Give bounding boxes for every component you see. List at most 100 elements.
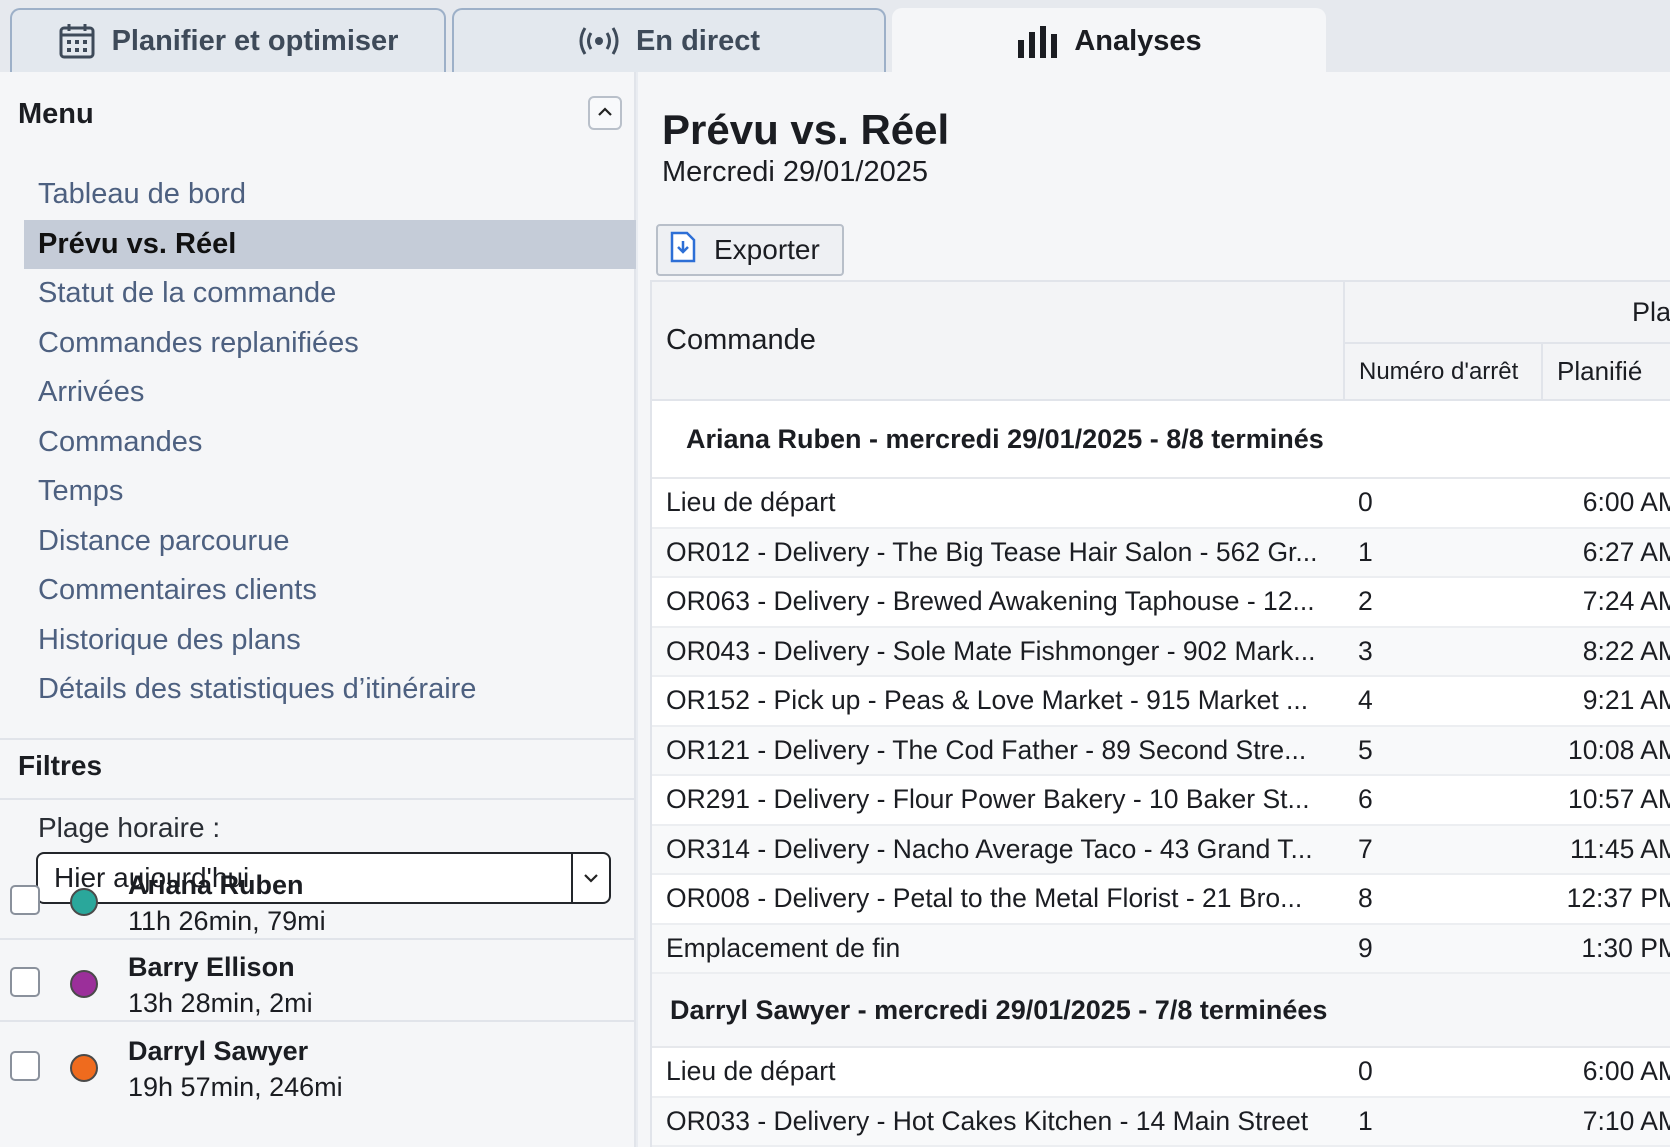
table-row[interactable]: OR043 - Delivery - Sole Mate Fishmonger … — [652, 626, 1670, 677]
group-title: Darryl Sawyer - mercredi 29/01/2025 - 7/… — [652, 973, 1670, 1048]
order-cell: OR314 - Delivery - Nacho Average Taco - … — [652, 824, 1344, 875]
driver-item[interactable]: Ariana Ruben 11h 26min, 79mi — [0, 858, 634, 942]
menu-item-temps[interactable]: Temps — [24, 467, 636, 517]
driver-stats: 13h 28min, 2mi — [128, 988, 313, 1018]
divider — [0, 798, 634, 800]
stop-number-cell: 5 — [1344, 725, 1542, 776]
sidebar: Menu Tableau de bord Prévu vs. Réel Stat… — [0, 72, 636, 1147]
stop-number-cell: 1 — [1344, 1096, 1542, 1147]
driver-item[interactable]: Barry Ellison 13h 28min, 2mi — [0, 940, 634, 1024]
tab-label: Analyses — [1074, 24, 1202, 57]
menu-title: Menu — [18, 98, 94, 130]
driver-stats: 19h 57min, 246mi — [128, 1072, 343, 1102]
driver-checkbox[interactable] — [10, 885, 40, 915]
order-cell: OR291 - Delivery - Flour Power Bakery - … — [652, 775, 1344, 826]
stop-number-cell: 1 — [1344, 527, 1542, 578]
menu-item-commandes-replanifiees[interactable]: Commandes replanifiées — [24, 319, 636, 369]
table-row[interactable]: OR314 - Delivery - Nacho Average Taco - … — [652, 824, 1670, 875]
planned-time-cell: 9:21 AM — [1542, 676, 1670, 727]
column-header-numero-arret[interactable]: Numéro d'arrêt — [1344, 343, 1543, 401]
driver-color-dot — [70, 888, 98, 916]
table-row[interactable]: Lieu de départ 0 6:00 AM — [652, 1047, 1670, 1098]
tab-analyses[interactable]: Analyses — [892, 8, 1326, 72]
column-header-commande[interactable]: Commande — [652, 282, 1345, 401]
table-row[interactable]: OR033 - Delivery - Hot Cakes Kitchen - 1… — [652, 1096, 1670, 1147]
export-label: Exporter — [714, 234, 820, 265]
order-cell: OR152 - Pick up - Peas & Love Market - 9… — [652, 676, 1344, 727]
menu-item-commentaires-clients[interactable]: Commentaires clients — [24, 566, 636, 616]
tab-en-direct[interactable]: En direct — [452, 8, 886, 72]
planned-time-cell: 6:00 AM — [1542, 478, 1670, 529]
calendar-icon — [58, 22, 96, 60]
top-tab-bar: Planifier et optimiser En direct Analyse… — [0, 0, 1670, 72]
driver-stats: 11h 26min, 79mi — [128, 906, 326, 936]
bar-chart-icon — [1016, 24, 1058, 58]
stop-number-cell: 7 — [1344, 824, 1542, 875]
menu-item-details-statistiques[interactable]: Détails des statistiques d’itinéraire — [24, 665, 636, 715]
stop-number-cell: 8 — [1344, 874, 1542, 925]
menu-item-prevu-vs-reel[interactable]: Prévu vs. Réel — [24, 219, 636, 269]
menu-item-historique-plans[interactable]: Historique des plans — [24, 616, 636, 666]
stop-number-cell: 3 — [1344, 626, 1542, 677]
driver-checkbox[interactable] — [10, 967, 40, 997]
divider — [0, 738, 634, 740]
tab-planifier[interactable]: Planifier et optimiser — [10, 8, 446, 72]
page-date: Mercredi 29/01/2025 — [662, 156, 928, 188]
menu-item-tableau-de-bord[interactable]: Tableau de bord — [24, 170, 636, 220]
export-file-icon — [670, 231, 696, 270]
order-cell: OR033 - Delivery - Hot Cakes Kitchen - 1… — [652, 1096, 1344, 1147]
table-row[interactable]: OR152 - Pick up - Peas & Love Market - 9… — [652, 676, 1670, 727]
plan-vs-actual-table: Commande Plan Numéro d'arrêt Planifié Ar… — [650, 280, 1670, 1147]
tab-label: Planifier et optimiser — [111, 24, 399, 57]
table-row[interactable]: Lieu de départ 0 6:00 AM — [652, 478, 1670, 529]
driver-name: Barry Ellison — [128, 952, 295, 982]
table-row[interactable]: OR012 - Delivery - The Big Tease Hair Sa… — [652, 527, 1670, 578]
page-title: Prévu vs. Réel — [662, 106, 950, 153]
column-header-planifie[interactable]: Planifié — [1542, 343, 1670, 401]
order-cell: Lieu de départ — [652, 478, 1344, 529]
stop-number-cell: 2 — [1344, 577, 1542, 628]
planned-time-cell: 12:37 PM — [1542, 874, 1670, 925]
stop-number-cell: 0 — [1344, 1047, 1542, 1098]
table-row[interactable]: OR008 - Delivery - Petal to the Metal Fl… — [652, 874, 1670, 925]
planned-time-cell: 11:45 AM — [1542, 824, 1670, 875]
order-cell: OR121 - Delivery - The Cod Father - 89 S… — [652, 725, 1344, 776]
filters-title: Filtres — [18, 750, 103, 781]
order-cell: Lieu de départ — [652, 1047, 1344, 1098]
order-cell: OR008 - Delivery - Petal to the Metal Fl… — [652, 874, 1344, 925]
driver-checkbox[interactable] — [10, 1051, 40, 1081]
table-row[interactable]: Emplacement de fin 9 1:30 PM — [652, 923, 1670, 974]
order-cell: OR043 - Delivery - Sole Mate Fishmonger … — [652, 626, 1344, 677]
table-row[interactable]: OR291 - Delivery - Flour Power Bakery - … — [652, 775, 1670, 826]
column-header-plan: Plan — [1344, 282, 1670, 345]
order-cell: OR063 - Delivery - Brewed Awakening Taph… — [652, 577, 1344, 628]
driver-color-dot — [70, 970, 98, 998]
table-row[interactable]: OR121 - Delivery - The Cod Father - 89 S… — [652, 725, 1670, 776]
order-cell: Emplacement de fin — [652, 923, 1344, 974]
planned-time-cell: 1:30 PM — [1542, 923, 1670, 974]
menu-item-arrivees[interactable]: Arrivées — [24, 368, 636, 418]
planned-time-cell: 10:08 AM — [1542, 725, 1670, 776]
planned-time-cell: 6:00 AM — [1542, 1047, 1670, 1098]
group-title: Ariana Ruben - mercredi 29/01/2025 - 8/8… — [652, 400, 1670, 479]
menu-item-statut-commande[interactable]: Statut de la commande — [24, 269, 636, 319]
divider — [0, 1020, 634, 1022]
chevron-up-icon — [597, 104, 613, 122]
collapse-menu-button[interactable] — [588, 96, 622, 130]
stop-number-cell: 4 — [1344, 676, 1542, 727]
planned-time-cell: 8:22 AM — [1542, 626, 1670, 677]
planned-time-cell: 7:10 AM — [1542, 1096, 1670, 1147]
group-header-row[interactable]: Darryl Sawyer - mercredi 29/01/2025 - 7/… — [652, 973, 1670, 1048]
table-row[interactable]: OR063 - Delivery - Brewed Awakening Taph… — [652, 577, 1670, 628]
driver-name: Darryl Sawyer — [128, 1036, 309, 1066]
driver-item[interactable]: Darryl Sawyer 19h 57min, 246mi — [0, 1024, 634, 1108]
planned-time-cell: 10:57 AM — [1542, 775, 1670, 826]
driver-name: Ariana Ruben — [128, 870, 304, 900]
time-range-label: Plage horaire : — [38, 812, 221, 843]
broadcast-icon — [578, 25, 620, 57]
tab-label: En direct — [635, 24, 761, 57]
menu-item-distance-parcourue[interactable]: Distance parcourue — [24, 517, 636, 567]
group-header-row[interactable]: Ariana Ruben - mercredi 29/01/2025 - 8/8… — [652, 400, 1670, 479]
export-button[interactable]: Exporter — [656, 224, 844, 276]
menu-item-commandes[interactable]: Commandes — [24, 418, 636, 468]
